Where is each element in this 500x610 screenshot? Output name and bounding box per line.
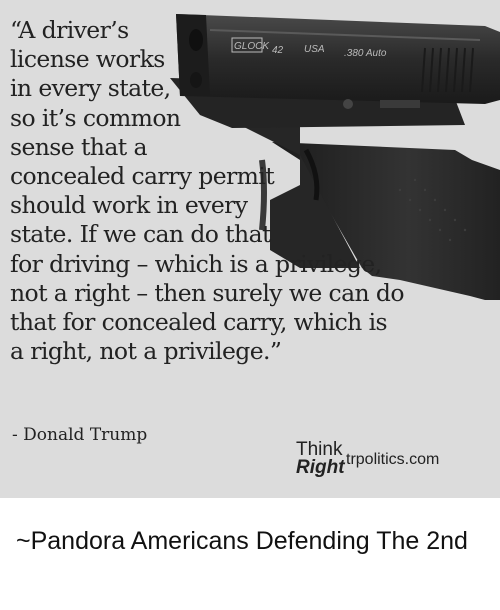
think-right-logo: Think Right [296,440,345,478]
post-caption: ~Pandora Americans Defending The 2nd [16,527,468,555]
quote-text: “A driver’s license works in every state… [10,16,404,366]
meme-image: GLOCK 42 USA .380 Auto “A driver’s licen… [0,0,500,498]
logo-right-text: Right [296,457,345,478]
website-url: trpolitics.com [346,451,440,468]
quote-attribution: - Donald Trump [12,425,148,445]
